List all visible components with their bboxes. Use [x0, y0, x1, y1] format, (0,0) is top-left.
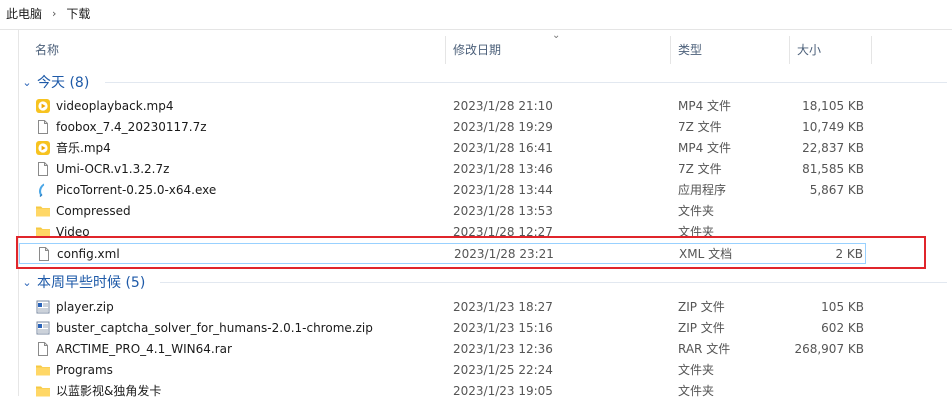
modified-date: 2023/1/23 18:27 [453, 300, 553, 314]
file-row[interactable]: Umi-OCR.v1.3.2.7z 2023/1/28 13:46 7Z 文件 81,… [19, 159, 866, 180]
file-row[interactable]: foobox_7.4_20230117.7z 2023/1/28 19:29 7Z … [19, 117, 866, 138]
file-name: videoplayback.mp4 [56, 99, 174, 113]
file-size: 5,867 KB [809, 183, 864, 197]
file-size: 602 KB [821, 321, 864, 335]
breadcrumb: 此电脑 › 下载 [0, 0, 952, 26]
modified-date: 2023/1/28 21:10 [453, 99, 553, 113]
file-type: 7Z 文件 [678, 162, 722, 176]
file-type: 文件夹 [678, 204, 715, 218]
file-name: Umi-OCR.v1.3.2.7z [56, 162, 170, 176]
modified-date: 2023/1/28 16:41 [453, 141, 553, 155]
annotation-highlight-box [16, 236, 926, 269]
group-title: 本周早些时候 (5) [37, 275, 146, 291]
modified-date: 2023/1/23 12:36 [453, 342, 553, 356]
chevron-down-icon[interactable]: ⌄ [19, 76, 35, 89]
toolbar-divider [0, 29, 952, 30]
file-size: 22,837 KB [802, 141, 864, 155]
file-icon [35, 341, 51, 357]
modified-date: 2023/1/23 19:05 [453, 384, 553, 398]
zip-icon [35, 320, 51, 336]
group-divider [160, 282, 947, 283]
file-row[interactable]: buster_captcha_solver_for_humans-2.0.1-c… [19, 318, 866, 339]
file-size: 10,749 KB [802, 120, 864, 134]
column-divider[interactable] [670, 36, 671, 64]
column-date-header[interactable]: 修改日期 [453, 36, 501, 64]
file-icon [35, 119, 51, 135]
file-name: player.zip [56, 300, 114, 314]
file-type: ZIP 文件 [678, 300, 725, 314]
file-type: MP4 文件 [678, 99, 732, 113]
column-divider[interactable] [871, 36, 872, 64]
file-type: RAR 文件 [678, 342, 731, 356]
column-divider[interactable] [789, 36, 790, 64]
file-name: buster_captcha_solver_for_humans-2.0.1-c… [56, 321, 373, 335]
zip-icon [35, 299, 51, 315]
file-size: 105 KB [821, 300, 864, 314]
file-size: 18,105 KB [802, 99, 864, 113]
file-row[interactable]: Compressed 2023/1/28 13:53 文件夹 [19, 201, 866, 222]
file-name: foobox_7.4_20230117.7z [56, 120, 207, 134]
group-title: 今天 (8) [37, 75, 90, 91]
folder-icon [35, 383, 51, 399]
file-type: 文件夹 [678, 363, 715, 377]
file-row[interactable]: ARCTIME_PRO_4.1_WIN64.rar 2023/1/23 12:36… [19, 339, 866, 360]
file-icon [35, 161, 51, 177]
file-name: Programs [56, 363, 113, 377]
file-row[interactable]: player.zip 2023/1/23 18:27 ZIP 文件 105 KB [19, 297, 866, 318]
file-row[interactable]: 音乐.mp4 2023/1/28 16:41 MP4 文件 22,837 KB [19, 138, 866, 159]
modified-date: 2023/1/25 22:24 [453, 363, 553, 377]
file-size: 268,907 KB [794, 342, 864, 356]
column-divider[interactable] [445, 36, 446, 64]
media-file-icon [35, 140, 51, 156]
file-type: 文件夹 [678, 384, 715, 398]
breadcrumb-this-pc[interactable]: 此电脑 [0, 5, 42, 22]
file-type: 7Z 文件 [678, 120, 722, 134]
file-name: PicoTorrent-0.25.0-x64.exe [56, 183, 217, 197]
group-header-earlier-this-week[interactable]: ⌄ 本周早些时候 (5) [19, 271, 145, 293]
folder-icon [35, 203, 51, 219]
app-icon [35, 182, 51, 198]
file-row[interactable]: Programs 2023/1/25 22:24 文件夹 [19, 360, 866, 381]
media-file-icon [35, 98, 51, 114]
file-row[interactable]: 以蓝影视&独角发卡 2023/1/23 19:05 文件夹 [19, 381, 866, 402]
file-name: Compressed [56, 204, 131, 218]
modified-date: 2023/1/28 19:29 [453, 120, 553, 134]
chevron-right-icon[interactable]: › [52, 7, 56, 20]
file-type: MP4 文件 [678, 141, 732, 155]
group-header-today[interactable]: ⌄ 今天 (8) [19, 71, 89, 93]
file-row[interactable]: PicoTorrent-0.25.0-x64.exe 2023/1/28 13:4… [19, 180, 866, 201]
column-type-header[interactable]: 类型 [678, 36, 702, 64]
file-row[interactable]: videoplayback.mp4 2023/1/28 21:10 MP4 文件 18… [19, 96, 866, 117]
file-name: ARCTIME_PRO_4.1_WIN64.rar [56, 342, 232, 356]
column-size-header[interactable]: 大小 [797, 36, 821, 64]
modified-date: 2023/1/28 13:44 [453, 183, 553, 197]
group-divider [105, 82, 947, 83]
file-type: 应用程序 [678, 183, 727, 197]
column-name-header[interactable]: 名称 [35, 36, 59, 64]
modified-date: 2023/1/23 15:16 [453, 321, 553, 335]
modified-date: 2023/1/28 13:46 [453, 162, 553, 176]
file-name: 以蓝影视&独角发卡 [56, 384, 162, 398]
modified-date: 2023/1/28 13:53 [453, 204, 553, 218]
file-size: 81,585 KB [802, 162, 864, 176]
breadcrumb-downloads[interactable]: 下载 [66, 5, 90, 22]
file-type: ZIP 文件 [678, 321, 725, 335]
folder-icon [35, 362, 51, 378]
column-header: 名称 ⌄ 修改日期 类型 大小 [19, 30, 952, 64]
chevron-down-icon[interactable]: ⌄ [19, 276, 35, 289]
file-name: 音乐.mp4 [56, 141, 111, 155]
sort-indicator-icon: ⌄ [552, 30, 561, 41]
